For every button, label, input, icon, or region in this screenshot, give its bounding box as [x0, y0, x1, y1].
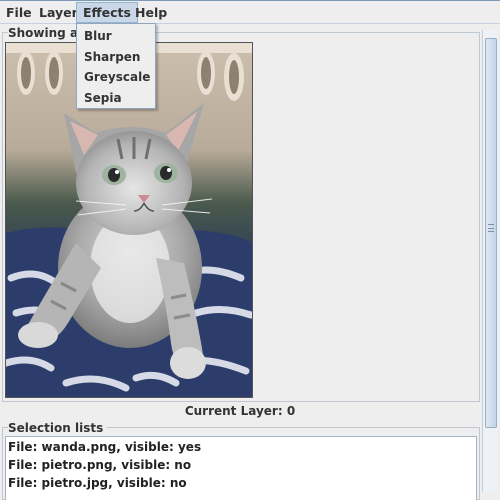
- menu-bar: File Layer Effects Help: [0, 0, 500, 24]
- menu-help[interactable]: Help: [129, 2, 173, 23]
- list-item[interactable]: File: pietro.png, visible: no: [8, 456, 191, 474]
- current-layer-label: Current Layer: 0: [184, 404, 296, 418]
- list-item[interactable]: File: wanda.png, visible: yes: [8, 438, 201, 456]
- grip-icon: [488, 224, 494, 232]
- selection-list[interactable]: File: wanda.png, visible: yes File: piet…: [5, 436, 477, 500]
- list-item[interactable]: File: pietro.jpg, visible: no: [8, 474, 187, 492]
- vertical-scrollbar[interactable]: [482, 30, 498, 492]
- effects-dropdown-menu: Blur Sharpen Greyscale Sepia: [76, 23, 156, 109]
- menu-item-sepia[interactable]: Sepia: [84, 88, 122, 108]
- menu-file[interactable]: File: [0, 2, 38, 23]
- menu-item-blur[interactable]: Blur: [84, 26, 112, 46]
- menu-item-sharpen[interactable]: Sharpen: [84, 47, 140, 67]
- selection-panel-title: Selection lists: [8, 421, 107, 435]
- scrollbar-thumb[interactable]: [485, 38, 497, 428]
- menu-item-greyscale[interactable]: Greyscale: [84, 67, 150, 87]
